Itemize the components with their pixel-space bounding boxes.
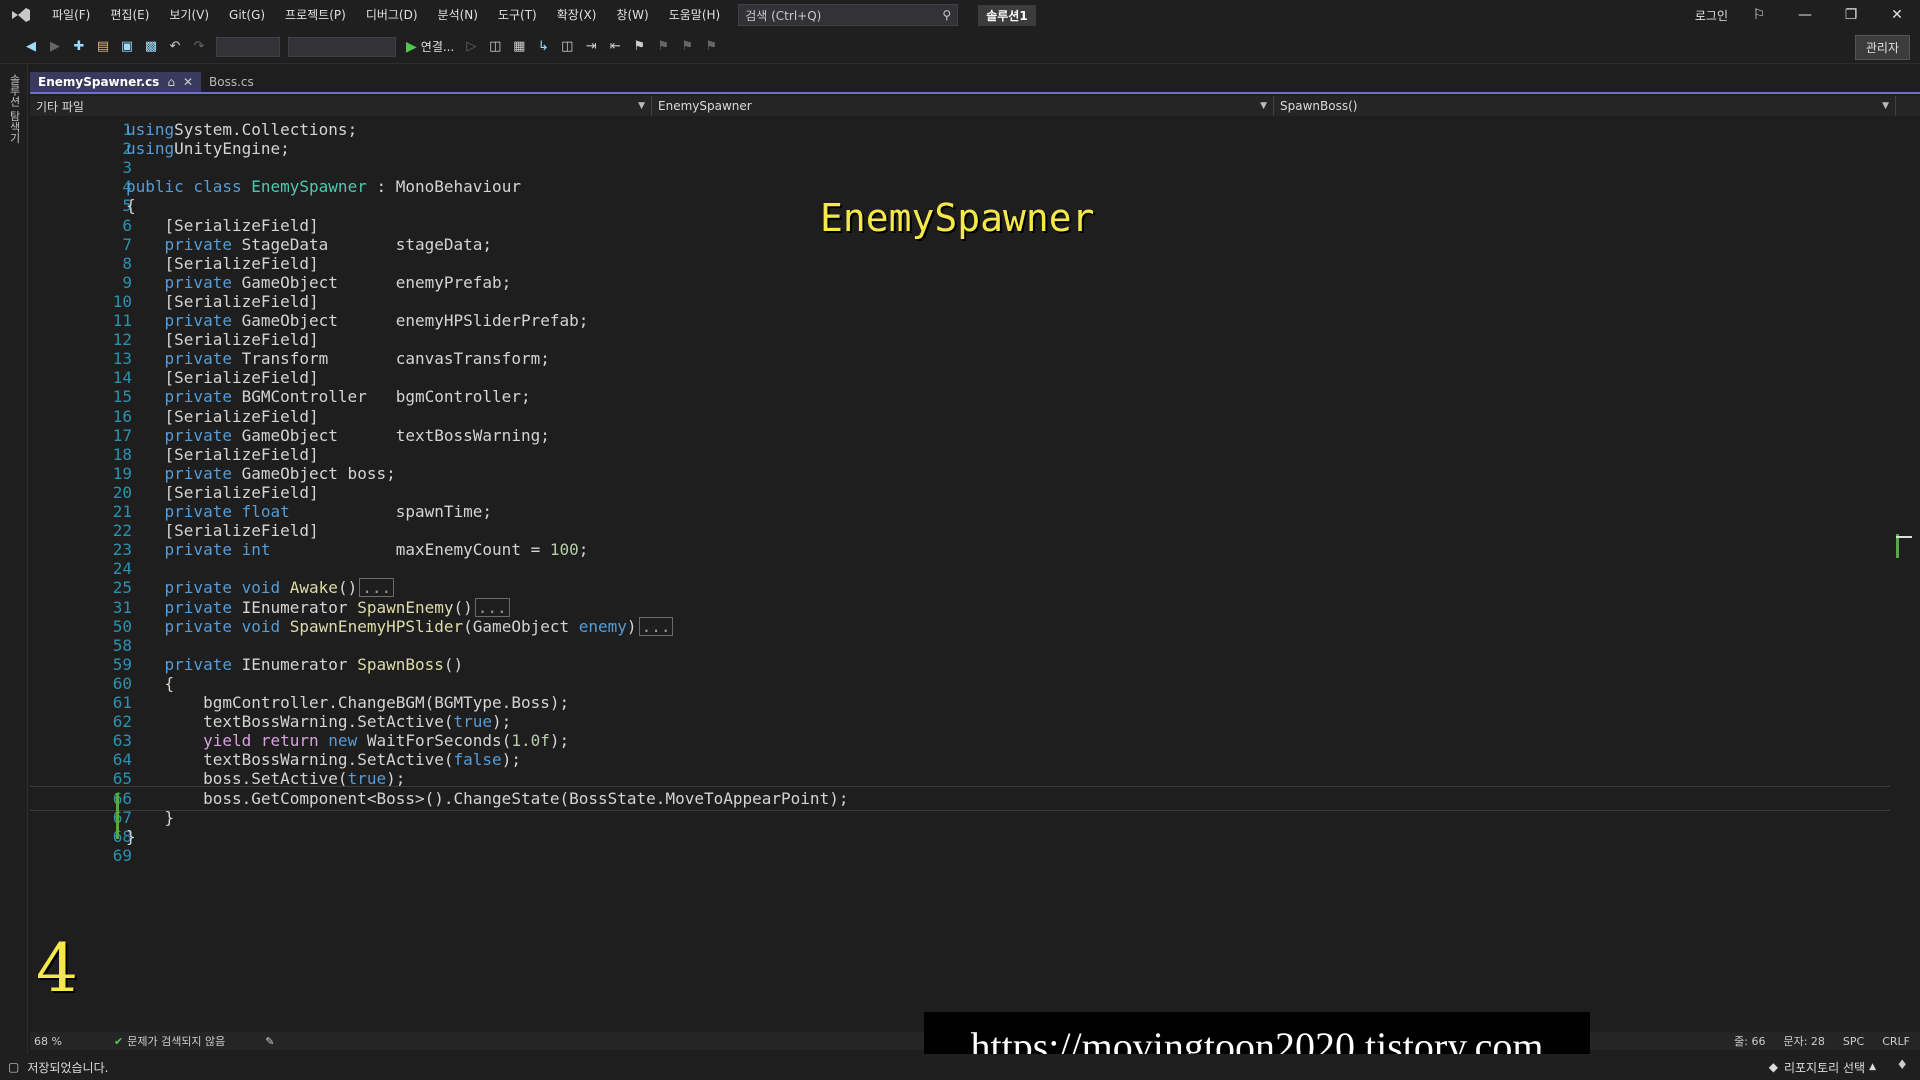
step-into-icon[interactable]: ↳ [532,36,554,58]
whitespace-mode[interactable]: SPC [1843,1035,1864,1048]
next-bookmark-icon[interactable]: ⚑ [676,36,698,58]
vertical-scrollbar[interactable] [1896,118,1912,1032]
platform-dropdown[interactable] [288,36,396,57]
visual-studio-logo-icon[interactable] [0,0,42,30]
solution-name: 솔루션1 [978,4,1036,26]
title-bar: 파일(F) 편집(E) 보기(V) Git(G) 프로젝트(P) 디버그(D) 분석(N) 도… [0,0,1920,30]
notification-bell-icon[interactable]: ♦ [1896,1058,1908,1073]
document-tabs: EnemySpawner.cs ⌂ ✕ Boss.cs [30,72,1920,94]
project-label: 기타 파일 [36,99,84,114]
bookmark-icon[interactable]: ⚑ [628,36,650,58]
menu-item[interactable]: Git(G) [219,0,275,30]
scroll-position-marker [1896,536,1912,538]
zoom-level[interactable]: 68 % [30,1035,90,1048]
undo-icon[interactable]: ↶ [164,36,186,58]
close-window-button[interactable]: ✕ [1874,0,1920,30]
start-without-debug-icon[interactable]: ▷ [460,36,482,58]
project-dropdown[interactable]: 기타 파일 ▼ [30,96,652,116]
attach-label: 연결... [420,40,455,54]
admin-button[interactable]: 관리자 [1854,35,1910,60]
outdent-icon[interactable]: ⇤ [604,36,626,58]
check-icon: ✔ [114,1034,124,1048]
save-icon[interactable]: ▣ [116,36,138,58]
menu-item[interactable]: 파일(F) [42,0,100,30]
issues-indicator[interactable]: ✔ 문제가 검색되지 않음 [114,1033,225,1049]
open-file-icon[interactable]: ▤ [92,36,114,58]
play-icon: ▶ [406,38,417,55]
line-ending[interactable]: CRLF [1882,1035,1910,1048]
line-number: 줄: 66 [1734,1035,1766,1048]
repo-select-button[interactable]: ◆ 리포지토리 선택 ▲ [1769,1054,1876,1080]
save-all-icon[interactable]: ▩ [140,36,162,58]
menu-item[interactable]: 확장(X) [547,0,607,30]
toolbar: ◀ ▶ ✚ ▤ ▣ ▩ ↶ ↷ ▶ 연결... ▷ ◫ ▦ ↳ ◫ ⇥ ⇤ ⚑ … [0,30,1920,64]
menu-item[interactable]: 분석(N) [428,0,488,30]
pin-icon[interactable]: ⌂ [167,75,175,89]
status-bar: ▢ 저장되었습니다. ◆ 리포지토리 선택 ▲ ♦ [0,1054,1920,1080]
brush-icon[interactable]: ✎ [265,1035,274,1048]
repo-select-label: 리포지토리 선택 [1783,1060,1866,1075]
chevron-down-icon: ▼ [1260,101,1267,111]
line-number: 69 [112,845,132,865]
menu-item[interactable]: 편집(E) [100,0,159,30]
solution-explorer-tab[interactable]: 솔루션 탐색기 [6,74,22,144]
restore-button[interactable]: ❐ [1828,0,1874,30]
tab-enemyspawner[interactable]: EnemySpawner.cs ⌂ ✕ [30,72,202,92]
member-dropdown[interactable]: SpawnBoss() ▼ [1274,96,1896,116]
forward-icon[interactable]: ▶ [44,36,66,58]
chevron-up-icon: ▲ [1869,1062,1876,1072]
menu-item[interactable]: 보기(V) [159,0,219,30]
search-placeholder: 검색 (Ctrl+Q) [745,8,822,23]
clear-bookmarks-icon[interactable]: ⚑ [700,36,722,58]
tab-label: Boss.cs [209,75,254,89]
search-icon: ⚲ [942,8,952,22]
attach-button[interactable]: ▶ 연결... [406,38,454,55]
git-icon: ◆ [1768,1060,1778,1074]
new-project-icon[interactable]: ✚ [68,36,90,58]
minimize-button[interactable]: — [1782,0,1828,30]
tab-label: EnemySpawner.cs [38,75,160,89]
member-label: SpawnBoss() [1280,99,1358,113]
search-input[interactable]: 검색 (Ctrl+Q) ⚲ [738,4,959,26]
menu-item[interactable]: 프로젝트(P) [275,0,356,30]
output-icon: ▢ [8,1060,20,1074]
close-tab-icon[interactable]: ✕ [183,75,193,89]
menu-bar: 파일(F) 편집(E) 보기(V) Git(G) 프로젝트(P) 디버그(D) 분석(N) 도… [42,0,730,30]
layout-icon[interactable]: ▦ [508,36,530,58]
account-icon[interactable]: ⚐ [1736,0,1782,30]
char-number: 문자: 28 [1783,1035,1825,1048]
prev-bookmark-icon[interactable]: ⚑ [652,36,674,58]
browser-link-icon[interactable]: ◫ [484,36,506,58]
configuration-dropdown[interactable] [216,36,280,57]
overlay-title: EnemySpawner [820,196,1095,240]
step-over-icon[interactable]: ◫ [556,36,578,58]
menu-item[interactable]: 도구(T) [488,0,547,30]
login-link[interactable]: 로그인 [1695,7,1728,24]
class-dropdown[interactable]: EnemySpawner ▼ [652,96,1274,116]
indent-icon[interactable]: ⇥ [580,36,602,58]
code-line[interactable]: 69 [30,844,1890,867]
tab-boss[interactable]: Boss.cs [201,72,262,92]
navigation-bar: 기타 파일 ▼ EnemySpawner ▼ SpawnBoss() ▼ [30,96,1920,116]
back-icon[interactable]: ◀ [20,36,42,58]
menu-item[interactable]: 도움말(H) [659,0,731,30]
code-editor[interactable]: 1 usingSystem.Collections; 2 usingUnityEngi… [30,118,1890,1032]
redo-icon[interactable]: ↷ [188,36,210,58]
menu-item[interactable]: 디버그(D) [356,0,428,30]
menu-item[interactable]: 창(W) [606,0,658,30]
issues-label: 문제가 검색되지 않음 [127,1035,226,1048]
class-label: EnemySpawner [658,99,752,113]
side-tool-strip: 솔루션 탐색기 [0,64,28,1054]
chevron-down-icon: ▼ [1882,101,1889,111]
change-indicator [116,793,119,839]
overlay-step-number: 4 [36,930,78,1007]
status-message: 저장되었습니다. [27,1060,109,1075]
chevron-down-icon: ▼ [638,101,645,111]
